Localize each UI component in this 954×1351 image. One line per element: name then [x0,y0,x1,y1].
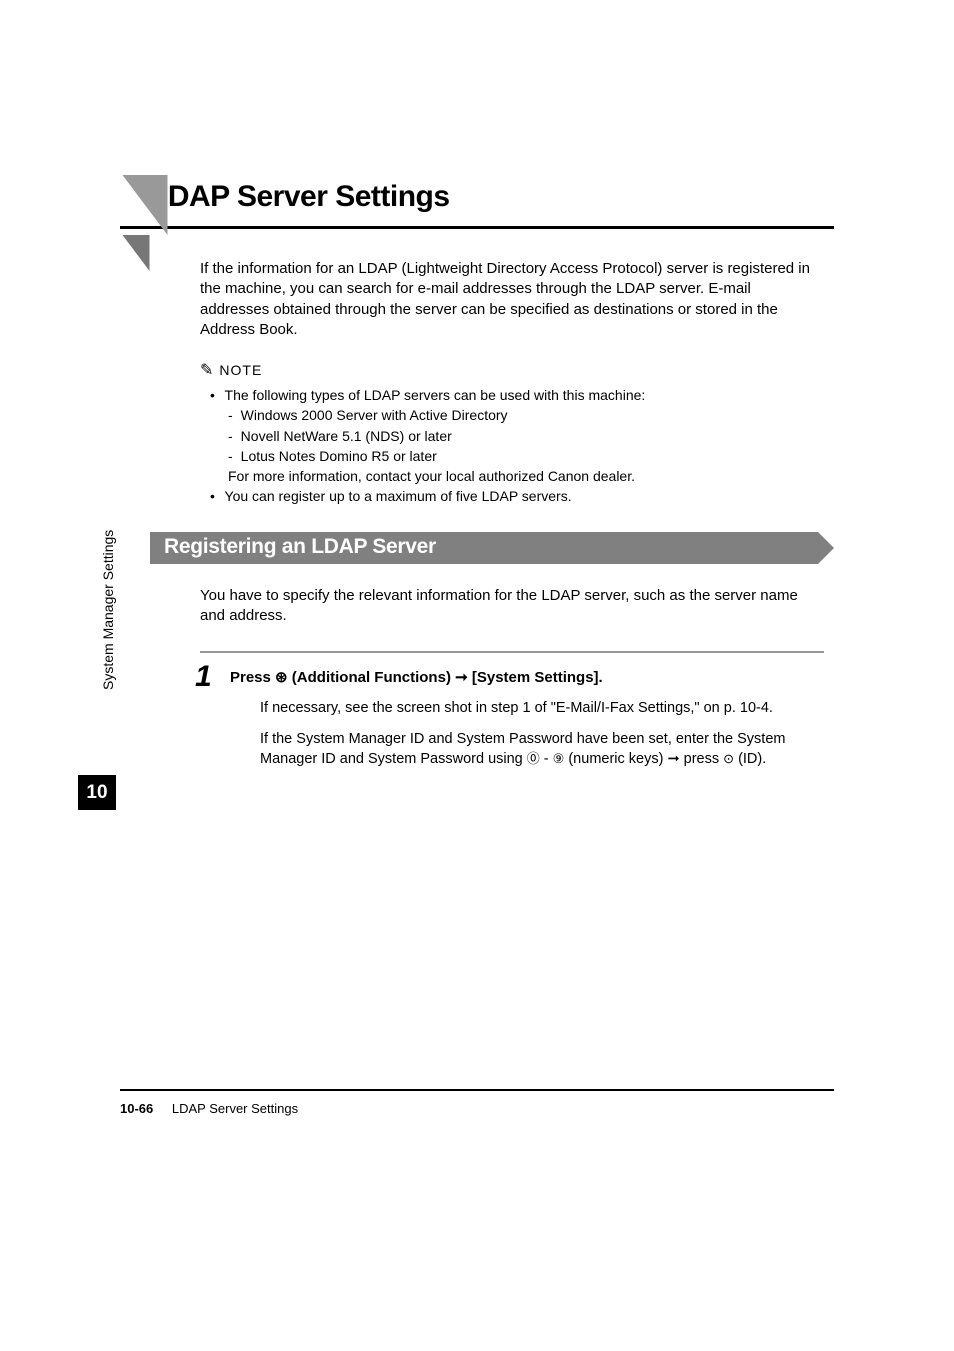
step-body2-mid: (numeric keys) [564,751,667,767]
note-item-text: You can register up to a maximum of five… [225,488,572,504]
note-label: ✎ NOTE [200,360,834,380]
arrow-icon: ➞ [455,669,468,686]
footer: 10-66 LDAP Server Settings [120,1101,298,1116]
intro-paragraph: If the information for an LDAP (Lightwei… [200,259,824,340]
id-key-icon: ⊙ [723,750,734,768]
step-title-pre: Press [230,669,275,686]
step-body-p2: If the System Manager ID and System Pass… [260,729,824,770]
numeric-key-9-icon: ⑨ [553,750,565,768]
sub-paragraph: You have to specify the relevant informa… [200,586,824,627]
step-body2-post: (ID). [734,751,766,767]
step-divider [200,651,824,653]
note-list: The following types of LDAP servers can … [210,385,834,507]
main-heading-block: LDAP Server Settings [120,180,834,229]
step-body2-press: press [680,751,724,767]
heading-rule [120,226,834,229]
step-body2-dash: - [540,751,553,767]
page-title: LDAP Server Settings [120,180,834,222]
footer-rule [120,1089,834,1091]
numeric-key-0-icon: ⓪ [527,750,540,768]
subheading-triangle-icon [818,532,834,564]
note-label-text: NOTE [219,362,262,378]
chapter-tab: 10 [78,775,116,810]
step-block: 1 Press ⊛ (Additional Functions) ➞ [Syst… [230,668,824,769]
note-sublist: Windows 2000 Server with Active Director… [228,405,834,466]
step-body: If necessary, see the screen shot in ste… [260,698,824,769]
note-subitem: Windows 2000 Server with Active Director… [228,405,834,425]
note-item-text: The following types of LDAP servers can … [225,387,646,403]
section-subheading: Registering an LDAP Server [150,532,818,564]
step-title-post: [System Settings]. [468,669,603,686]
note-item: You can register up to a maximum of five… [210,486,834,506]
step-body-p1: If necessary, see the screen shot in ste… [260,698,824,718]
pencil-icon: ✎ [200,360,214,380]
step-title: Press ⊛ (Additional Functions) ➞ [System… [230,668,824,686]
note-item: The following types of LDAP servers can … [210,385,834,486]
note-block: ✎ NOTE The following types of LDAP serve… [200,360,834,507]
footer-page-number: 10-66 [120,1101,153,1116]
sidebar-section-label: System Manager Settings [100,530,116,690]
additional-functions-icon: ⊛ [275,669,288,686]
step-number: 1 [195,660,212,694]
arrow-icon: ➞ [667,751,679,767]
note-followup: For more information, contact your local… [228,466,834,486]
step-title-mid: (Additional Functions) [288,669,455,686]
heading-triangle-icon [123,175,168,235]
footer-title: LDAP Server Settings [172,1101,298,1116]
note-subitem: Novell NetWare 5.1 (NDS) or later [228,426,834,446]
note-subitem: Lotus Notes Domino R5 or later [228,446,834,466]
subheading-block: Registering an LDAP Server [150,532,834,564]
